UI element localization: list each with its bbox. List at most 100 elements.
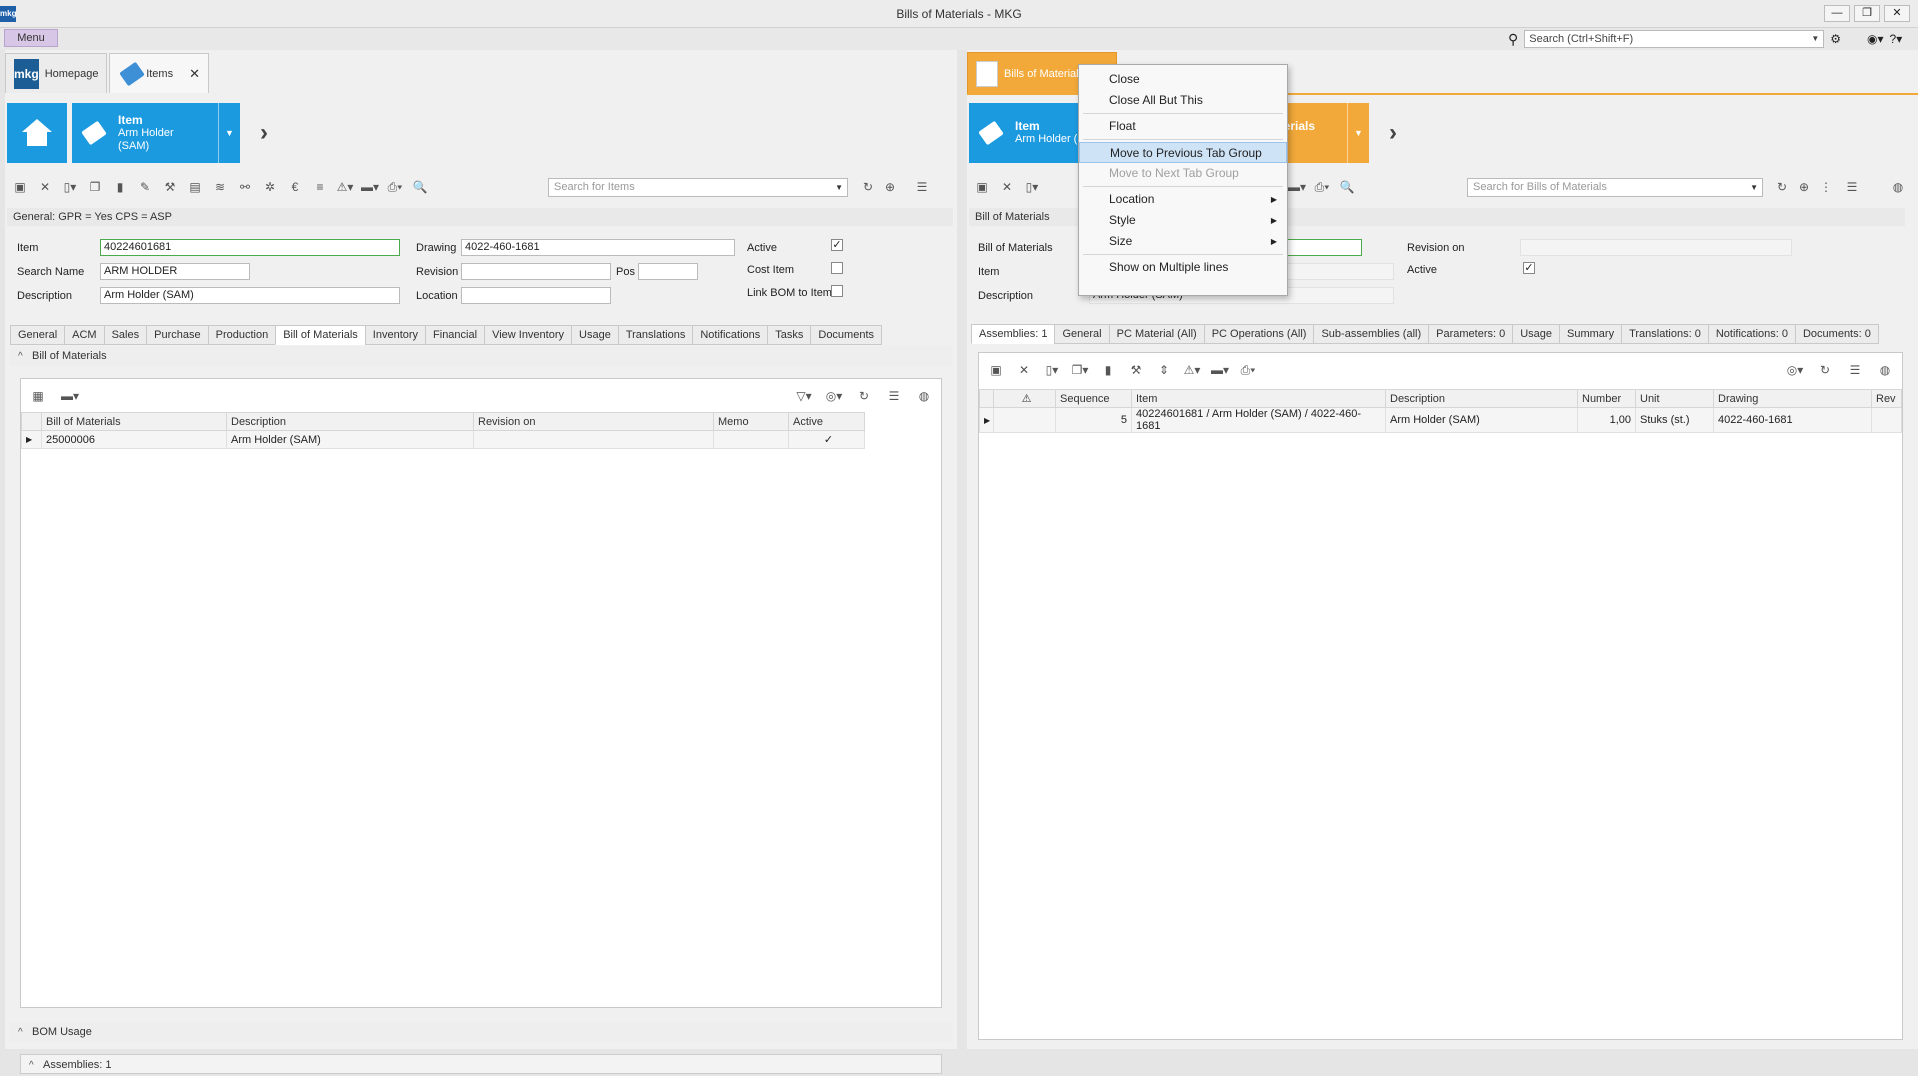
- chevron-right-icon[interactable]: ›: [260, 119, 268, 147]
- assemblies-section-header[interactable]: Assemblies: 1: [20, 1054, 942, 1076]
- chevron-down-icon[interactable]: ▼: [1811, 31, 1819, 47]
- tab-pc-operations[interactable]: PC Operations (All): [1203, 324, 1315, 344]
- tab-pc-material[interactable]: PC Material (All): [1108, 324, 1205, 344]
- tab-translations[interactable]: Translations: 0: [1621, 324, 1709, 344]
- save-icon[interactable]: ▣: [987, 361, 1005, 379]
- menu-item-move-to-next-tab-group[interactable]: Move to Next Tab Group: [1079, 163, 1287, 184]
- tab-sales[interactable]: Sales: [103, 325, 148, 345]
- globe-icon[interactable]: ◍: [1876, 361, 1894, 379]
- refresh-icon[interactable]: ↻: [859, 178, 877, 196]
- active-checkbox[interactable]: ✓: [788, 430, 865, 449]
- search-name-field[interactable]: ARM HOLDER: [100, 263, 250, 280]
- tab-items[interactable]: Items ✕: [109, 53, 209, 93]
- layers-icon[interactable]: ≋: [211, 178, 229, 196]
- breadcrumb-item[interactable]: Item Arm Holder (: [969, 103, 1089, 163]
- globe-icon[interactable]: ◍: [1889, 178, 1907, 196]
- col-item[interactable]: Item: [1131, 389, 1386, 408]
- search-plus-icon[interactable]: ⊕: [1795, 178, 1813, 196]
- filter-icon[interactable]: ▽▾: [795, 387, 813, 405]
- print-icon[interactable]: ⎙▾: [386, 178, 404, 196]
- more-icon[interactable]: ▬▾: [1288, 178, 1306, 196]
- tab-view-inventory[interactable]: View Inventory: [484, 325, 573, 345]
- description-field[interactable]: Arm Holder (SAM): [100, 287, 400, 304]
- cost-item-checkbox[interactable]: [831, 262, 843, 274]
- chevron-down-icon[interactable]: ▼: [835, 179, 843, 196]
- revision-field[interactable]: [461, 263, 611, 280]
- new-icon[interactable]: ▯▾: [61, 178, 79, 196]
- breadcrumb-item[interactable]: Item Arm Holder (SAM) ▼: [72, 103, 240, 163]
- col-description[interactable]: Description: [226, 412, 474, 431]
- menu-item-size[interactable]: Size ▶: [1079, 231, 1287, 252]
- col-active[interactable]: Active: [788, 412, 865, 431]
- link-bom-checkbox[interactable]: [831, 285, 843, 297]
- tab-acm[interactable]: ACM: [64, 325, 105, 345]
- print-icon[interactable]: ⎙▾: [1313, 178, 1331, 196]
- minimize-button[interactable]: —: [1824, 5, 1850, 22]
- menu-item-location[interactable]: Location ▶: [1079, 189, 1287, 210]
- refresh-icon[interactable]: ↻: [855, 387, 873, 405]
- tab-notifications[interactable]: Notifications: [692, 325, 769, 345]
- tab-production[interactable]: Production: [207, 325, 277, 345]
- col-drawing[interactable]: Drawing: [1713, 389, 1872, 408]
- tab-summary[interactable]: Summary: [1559, 324, 1623, 344]
- hamburger-icon[interactable]: ☰: [1846, 361, 1864, 379]
- tab-tasks[interactable]: Tasks: [767, 325, 812, 345]
- gear-icon[interactable]: ⚙: [1830, 32, 1841, 46]
- cancel-icon[interactable]: ✕: [1015, 361, 1033, 379]
- save-icon[interactable]: ▣: [973, 178, 991, 196]
- active-checkbox[interactable]: ✓: [831, 239, 843, 251]
- tab-financial[interactable]: Financial: [425, 325, 486, 345]
- print-icon[interactable]: ⎙▾: [1239, 361, 1257, 379]
- warning-icon[interactable]: ⚠▾: [1183, 361, 1201, 379]
- tab-assemblies[interactable]: Assemblies: 1: [971, 324, 1056, 344]
- edit-icon[interactable]: ✎: [136, 178, 154, 196]
- user-icon[interactable]: ◉▾: [1867, 32, 1884, 46]
- refresh-icon[interactable]: ↻: [1773, 178, 1791, 196]
- tab-documents[interactable]: Documents: [810, 325, 883, 345]
- bom-section-header[interactable]: Bill of Materials: [10, 346, 952, 367]
- search-icon[interactable]: ⚲: [1508, 31, 1518, 48]
- col-bill-of-materials[interactable]: Bill of Materials: [41, 412, 227, 431]
- copy-icon[interactable]: ❐: [86, 178, 104, 196]
- document-icon[interactable]: ▤: [186, 178, 204, 196]
- tab-sub-assemblies[interactable]: Sub-assemblies (all): [1313, 324, 1430, 344]
- tab-homepage[interactable]: mkg Homepage: [5, 53, 107, 93]
- tab-notifications[interactable]: Notifications: 0: [1707, 324, 1796, 344]
- help-icon[interactable]: ?▾: [1890, 32, 1903, 46]
- cancel-icon[interactable]: ✕: [998, 178, 1016, 196]
- refresh-icon[interactable]: ↻: [1816, 361, 1834, 379]
- close-icon[interactable]: ✕: [189, 66, 200, 82]
- tools-icon[interactable]: ⚒: [161, 178, 179, 196]
- bom-search-input[interactable]: Search for Bills of Materials ▼: [1467, 178, 1763, 197]
- move-icon[interactable]: ⇕: [1155, 361, 1173, 379]
- location-field[interactable]: [461, 287, 611, 304]
- items-search-input[interactable]: Search for Items ▼: [548, 178, 848, 197]
- menu-item-style[interactable]: Style ▶: [1079, 210, 1287, 231]
- preview-icon[interactable]: 🔍: [411, 178, 429, 196]
- tab-usage[interactable]: Usage: [1512, 324, 1561, 344]
- currency-icon[interactable]: €: [286, 178, 304, 196]
- table-row[interactable]: ▶ 5 40224601681 / Arm Holder (SAM) / 402…: [979, 407, 1902, 433]
- col-memo[interactable]: Memo: [713, 412, 789, 431]
- delete-icon[interactable]: ▮: [1099, 361, 1117, 379]
- col-sequence[interactable]: Sequence: [1055, 389, 1132, 408]
- chevron-down-icon[interactable]: ▼: [1347, 103, 1369, 163]
- tab-usage[interactable]: Usage: [571, 325, 619, 345]
- tab-inventory[interactable]: Inventory: [364, 325, 427, 345]
- tab-parameters[interactable]: Parameters: 0: [1428, 324, 1514, 344]
- link-icon[interactable]: ⚯: [236, 178, 254, 196]
- search-plus-icon[interactable]: ⊕: [881, 178, 899, 196]
- menu-button[interactable]: Menu: [4, 29, 58, 47]
- new-icon[interactable]: ▯▾: [1023, 178, 1041, 196]
- copy-icon[interactable]: ❐▾: [1071, 361, 1089, 379]
- home-button[interactable]: [7, 103, 67, 163]
- view-icon[interactable]: ◎▾: [825, 387, 843, 405]
- menu-item-show-on-multiple-lines[interactable]: Show on Multiple lines: [1079, 257, 1287, 278]
- tab-documents[interactable]: Documents: 0: [1794, 324, 1879, 344]
- more-icon[interactable]: ▬▾: [361, 178, 379, 196]
- view-icon[interactable]: ◎▾: [1786, 361, 1804, 379]
- tab-general[interactable]: General: [10, 325, 66, 345]
- menu-item-float[interactable]: Float: [1079, 116, 1287, 137]
- pos-field[interactable]: [638, 263, 698, 280]
- table-row[interactable]: ▶ 25000006 Arm Holder (SAM) ✓: [21, 430, 865, 449]
